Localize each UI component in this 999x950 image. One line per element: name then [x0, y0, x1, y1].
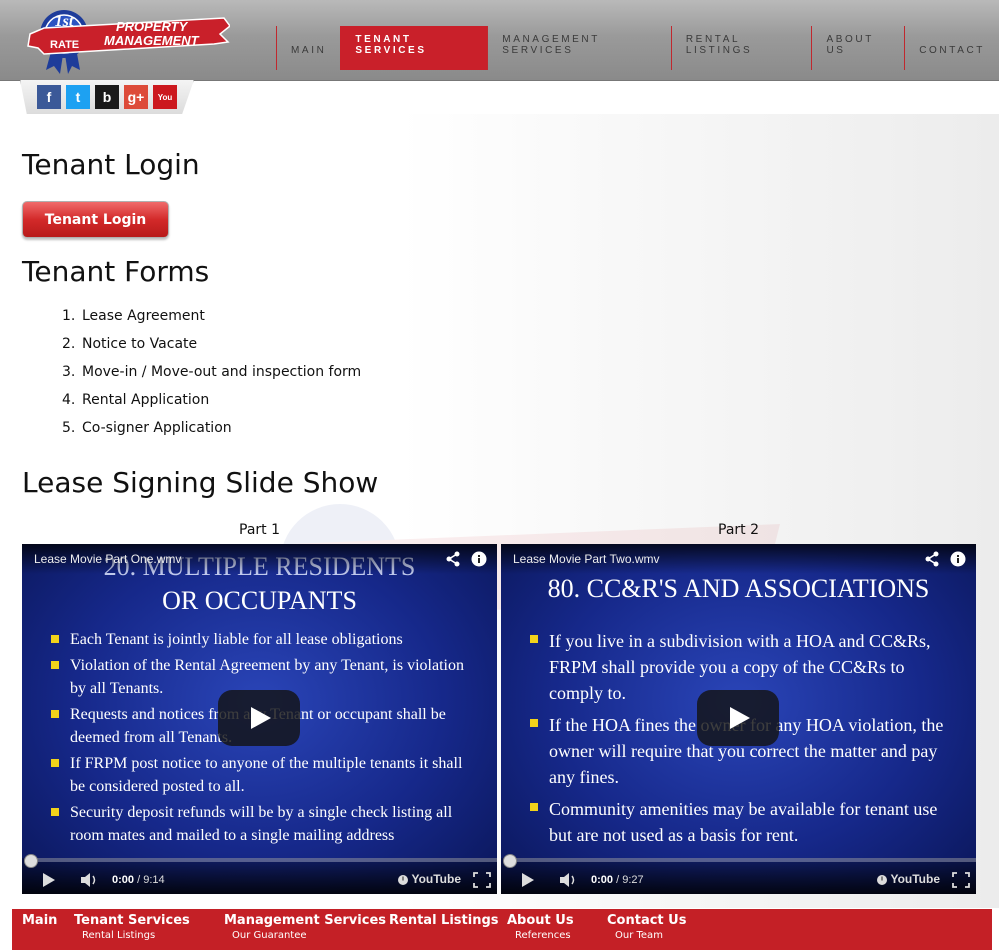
footer-column: About Us References — [507, 913, 574, 941]
form-link[interactable]: Co-signer Application — [82, 420, 232, 448]
video-time: 0:00 / 9:27 — [591, 874, 644, 886]
tenant-login-heading: Tenant Login — [22, 148, 200, 181]
play-icon[interactable] — [521, 872, 535, 888]
footer-sublink-references[interactable]: References — [515, 930, 574, 941]
settings-icon[interactable] — [397, 874, 409, 886]
footer-link-about-us[interactable]: About Us — [507, 913, 574, 928]
volume-icon[interactable] — [559, 873, 579, 887]
play-button[interactable] — [697, 690, 779, 746]
form-link[interactable]: Notice to Vacate — [82, 336, 197, 364]
site-footer: Main Tenant Services Rental Listings Manage… — [12, 909, 992, 950]
slideshow-heading: Lease Signing Slide Show — [22, 466, 379, 499]
settings-icon[interactable] — [876, 874, 888, 886]
progress-handle[interactable] — [24, 854, 38, 868]
volume-icon[interactable] — [80, 873, 100, 887]
footer-link-rental-listings[interactable]: Rental Listings — [389, 913, 499, 928]
progress-bar[interactable] — [507, 858, 976, 862]
video-player-2[interactable]: 80. CC&R'S AND ASSOCIATIONS If you live … — [501, 544, 976, 894]
twitter-icon[interactable]: t — [66, 85, 90, 109]
footer-column: Main — [22, 913, 57, 928]
video-title[interactable]: Lease Movie Part Two.wmv — [513, 552, 660, 566]
footer-link-main[interactable]: Main — [22, 913, 57, 928]
nav-item-rental-listings[interactable]: RENTAL LISTINGS — [670, 26, 812, 70]
footer-column: Rental Listings — [389, 913, 499, 928]
form-link[interactable]: Lease Agreement — [82, 308, 205, 336]
logo-rate: RATE — [50, 39, 79, 51]
fullscreen-icon[interactable] — [952, 872, 970, 888]
nav-item-management-services[interactable]: MANAGEMENT SERVICES — [487, 26, 671, 70]
youtube-logo[interactable]: YouTube — [411, 872, 461, 886]
logo-management: MANAGEMENT — [104, 33, 200, 48]
form-number: 4. — [62, 392, 76, 408]
form-list-item[interactable]: 3. Move-in / Move-out and inspection form — [62, 364, 361, 392]
youtube-logo[interactable]: YouTube — [890, 872, 940, 886]
video-part-label: Part 2 — [718, 522, 759, 538]
footer-link-management-services[interactable]: Management Services — [224, 913, 386, 928]
slide-bullet: Security deposit refunds will be by a si… — [48, 801, 468, 847]
google-plus-icon[interactable]: g+ — [124, 85, 148, 109]
video-part-label: Part 1 — [239, 522, 280, 538]
info-icon[interactable] — [950, 551, 966, 567]
nav-item-contact[interactable]: CONTACT — [904, 26, 999, 70]
main-nav: MAIN TENANT SERVICES MANAGEMENT SERVICES RE… — [276, 26, 999, 70]
form-number: 3. — [62, 364, 76, 380]
tenant-login-button[interactable]: Tenant Login — [22, 201, 169, 238]
form-link[interactable]: Move-in / Move-out and inspection form — [82, 364, 361, 392]
progress-handle[interactable] — [503, 854, 517, 868]
footer-column: Contact Us Our Team — [607, 913, 686, 941]
logo-property: PROPERTY — [116, 19, 189, 34]
slide-heading: 80. CC&R'S AND ASSOCIATIONS — [547, 574, 930, 603]
youtube-icon[interactable]: You — [153, 85, 177, 109]
form-number: 5. — [62, 420, 76, 436]
nav-item-main[interactable]: MAIN — [276, 26, 340, 70]
share-icon[interactable] — [924, 551, 940, 567]
slide-heading-2: OR OCCUPANTS — [162, 586, 357, 615]
play-icon[interactable] — [42, 872, 56, 888]
nav-item-about-us[interactable]: ABOUT US — [811, 26, 904, 70]
footer-sublink-our-team[interactable]: Our Team — [615, 930, 686, 941]
video-player-1[interactable]: 20. MULTIPLE RESIDENTS OR OCCUPANTS Each… — [22, 544, 497, 894]
form-number: 1. — [62, 308, 76, 324]
slide-bullet: Community amenities may be available for… — [527, 796, 947, 848]
footer-sublink-rental-listings[interactable]: Rental Listings — [82, 930, 190, 941]
site-logo[interactable]: 1st RATE PROPERTY MANAGEMENT — [24, 4, 230, 76]
info-icon[interactable] — [471, 551, 487, 567]
footer-column: Management Services Our Guarantee — [224, 913, 386, 941]
footer-link-contact-us[interactable]: Contact Us — [607, 913, 686, 928]
progress-bar[interactable] — [28, 858, 497, 862]
form-list-item[interactable]: 1. Lease Agreement — [62, 308, 361, 336]
tenant-forms-heading: Tenant Forms — [22, 255, 210, 288]
site-header: 1st RATE PROPERTY MANAGEMENT MAIN TENANT … — [0, 0, 999, 81]
form-list-item[interactable]: 5. Co-signer Application — [62, 420, 361, 448]
form-number: 2. — [62, 336, 76, 352]
blog-icon[interactable]: b — [95, 85, 119, 109]
logo-1st: 1st — [55, 13, 74, 30]
form-list-item[interactable]: 2. Notice to Vacate — [62, 336, 361, 364]
play-button[interactable] — [218, 690, 300, 746]
tenant-forms-list: 1. Lease Agreement 2. Notice to Vacate 3. Mov… — [62, 308, 361, 448]
footer-link-tenant-services[interactable]: Tenant Services — [74, 913, 190, 928]
slide-bullet: If FRPM post notice to anyone of the mul… — [48, 752, 468, 798]
share-icon[interactable] — [445, 551, 461, 567]
footer-column: Tenant Services Rental Listings — [74, 913, 190, 941]
slide-bullet: Each Tenant is jointly liable for all le… — [48, 628, 468, 651]
footer-sublink-our-guarantee[interactable]: Our Guarantee — [232, 930, 386, 941]
video-time: 0:00 / 9:14 — [112, 874, 165, 886]
fullscreen-icon[interactable] — [473, 872, 491, 888]
video-title[interactable]: Lease Movie Part One.wmv — [34, 552, 181, 566]
form-list-item[interactable]: 4. Rental Application — [62, 392, 361, 420]
facebook-icon[interactable]: f — [37, 85, 61, 109]
nav-item-tenant-services[interactable]: TENANT SERVICES — [340, 26, 488, 70]
form-link[interactable]: Rental Application — [82, 392, 209, 420]
